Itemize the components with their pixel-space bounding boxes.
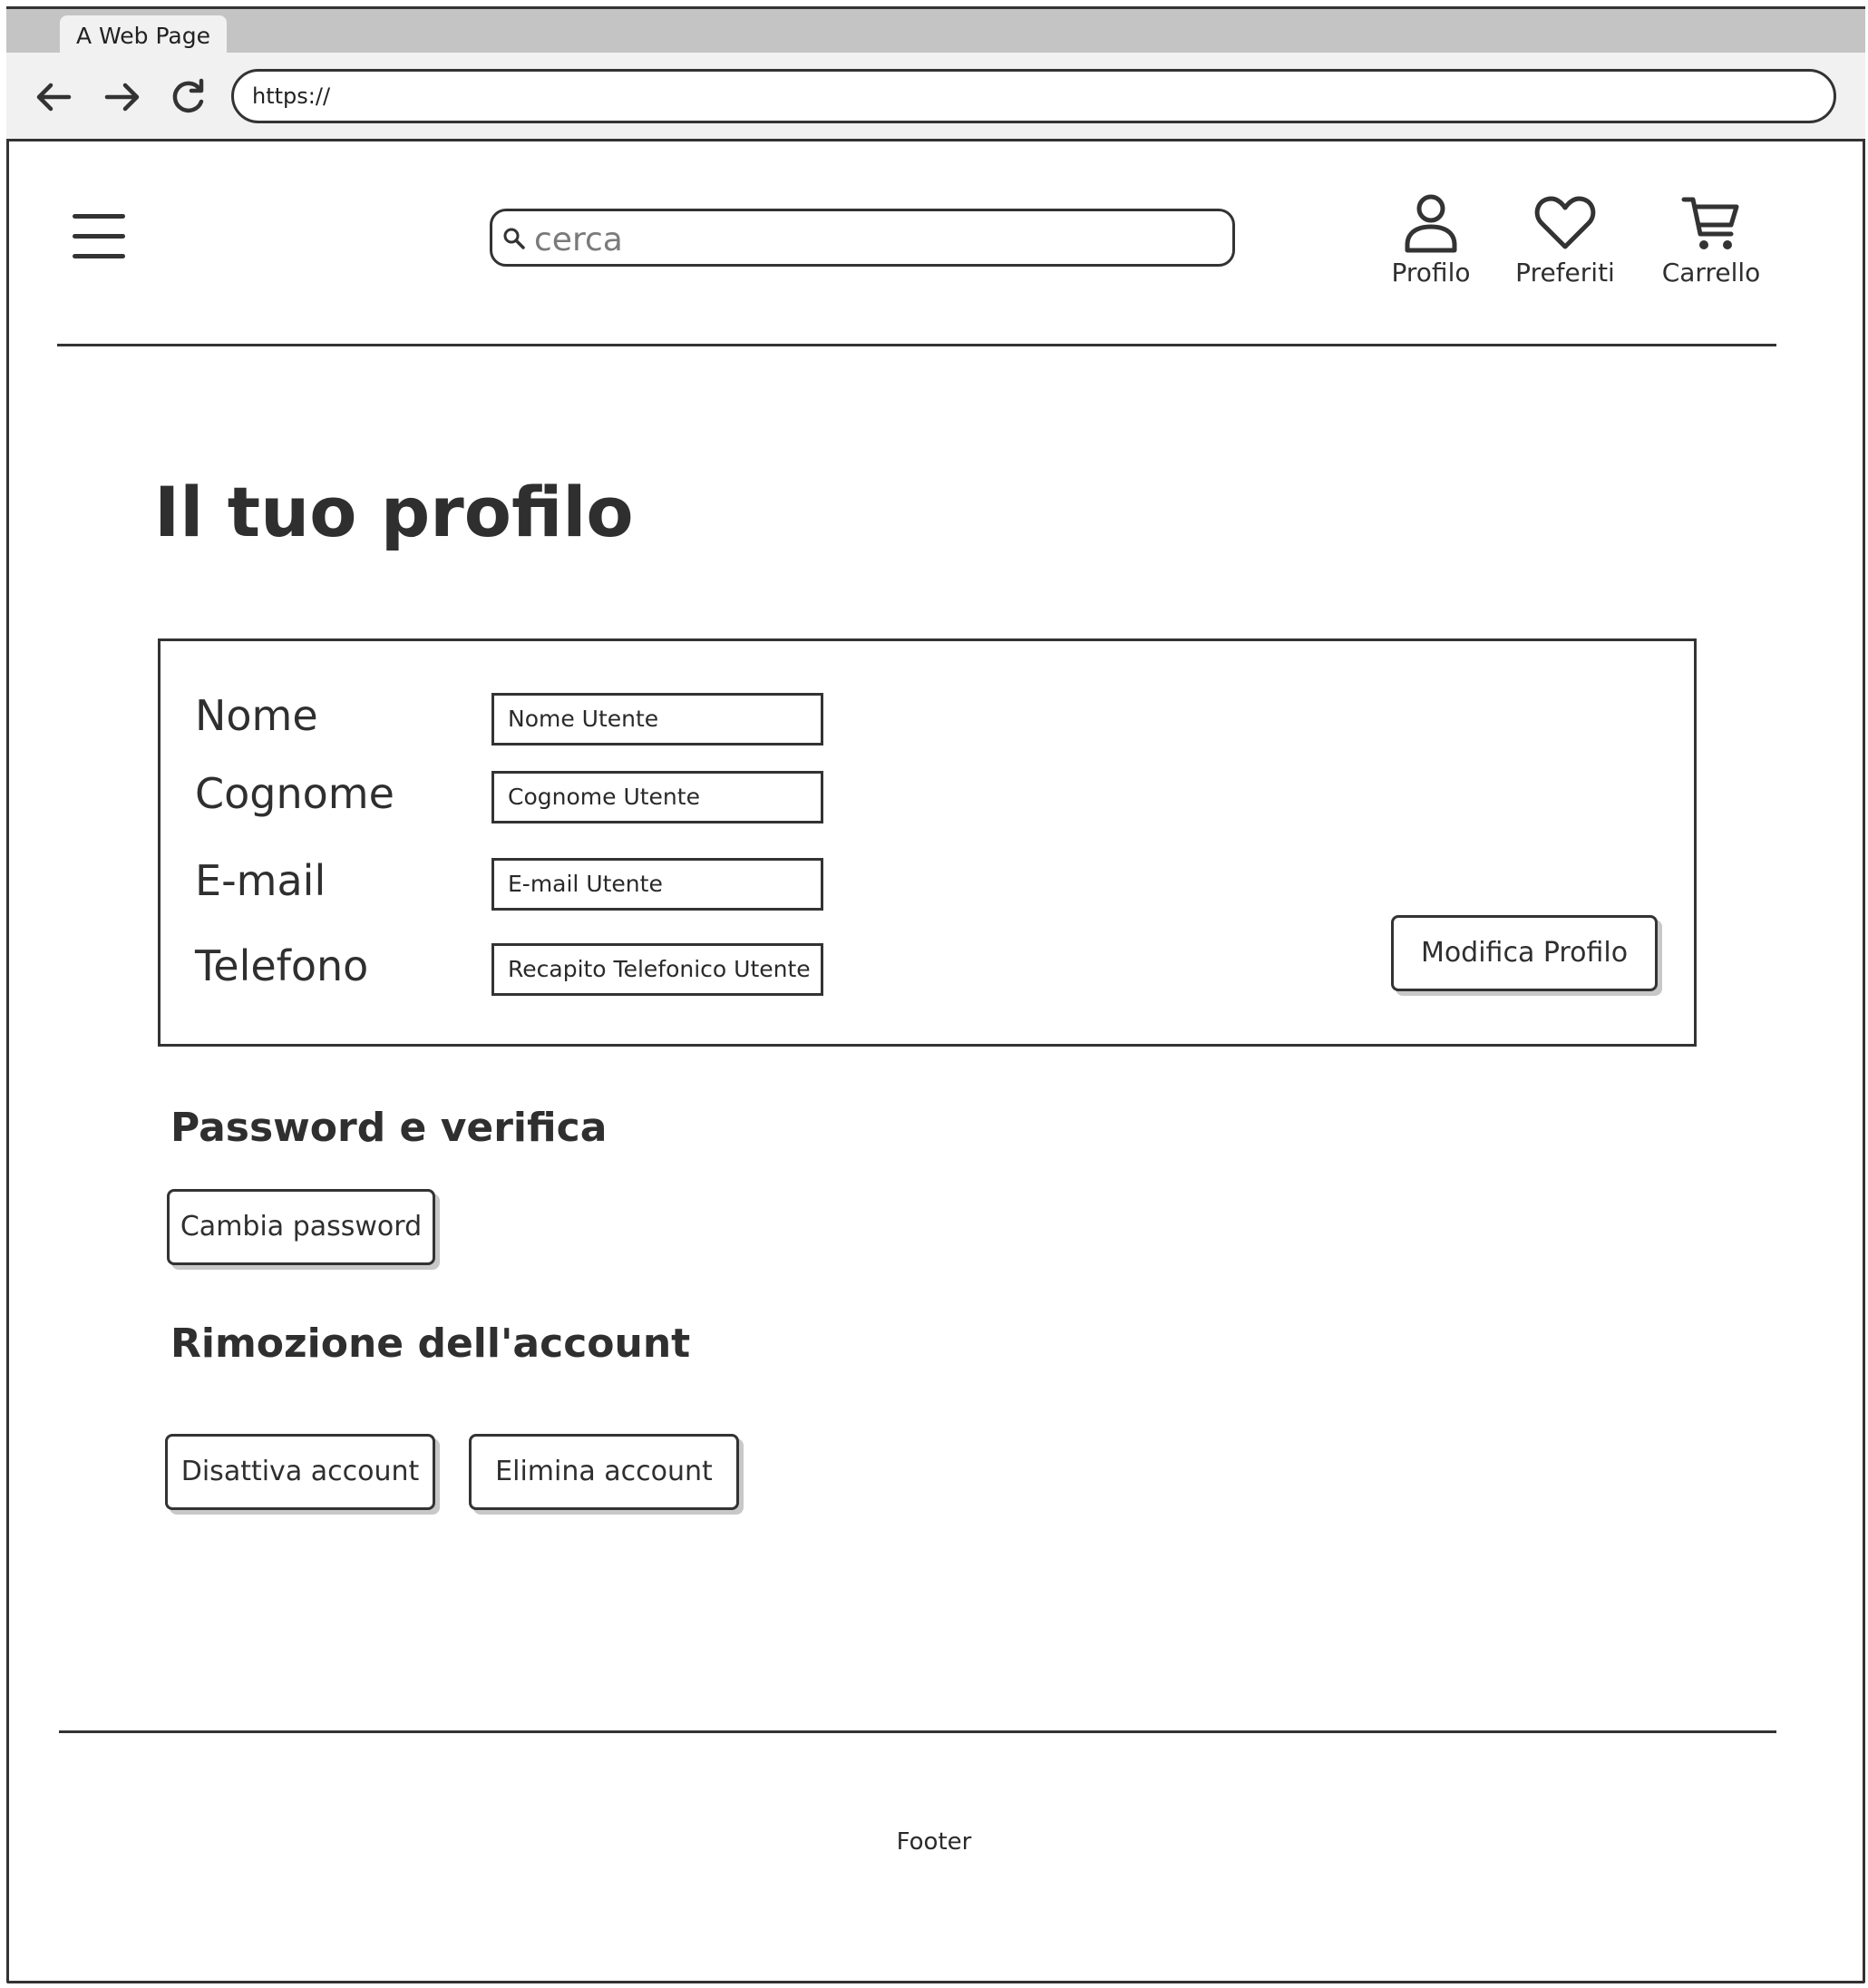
- reload-icon[interactable]: [167, 76, 209, 118]
- email-field[interactable]: E-mail Utente: [491, 858, 823, 911]
- address-bar[interactable]: https://: [231, 69, 1836, 123]
- phone-label: Telefono: [195, 941, 369, 990]
- page-title: Il tuo profilo: [154, 472, 634, 552]
- cart-icon: [1681, 197, 1739, 249]
- favorites-button[interactable]: Preferiti: [1510, 192, 1620, 292]
- heart-icon: [1534, 196, 1596, 249]
- arrow-left-icon[interactable]: [33, 76, 74, 118]
- header-divider: [57, 344, 1776, 346]
- browser-tab-strip: [6, 6, 1865, 53]
- browser-tab[interactable]: A Web Page: [60, 15, 227, 57]
- email-label: E-mail: [195, 856, 326, 905]
- favorites-label: Preferiti: [1515, 258, 1615, 287]
- footer-divider: [59, 1730, 1776, 1733]
- edit-profile-button[interactable]: Modifica Profilo: [1391, 915, 1658, 991]
- hamburger-menu-icon[interactable]: [73, 214, 125, 259]
- profile-label: Profilo: [1391, 258, 1471, 287]
- arrow-right-icon[interactable]: [102, 76, 143, 118]
- last-name-label: Cognome: [195, 769, 394, 818]
- last-name-field[interactable]: Cognome Utente: [491, 771, 823, 823]
- password-section-title: Password e verifica: [170, 1105, 608, 1151]
- search-icon: [501, 226, 527, 251]
- phone-field[interactable]: Recapito Telefonico Utente: [491, 943, 823, 996]
- change-password-button[interactable]: Cambia password: [167, 1189, 435, 1265]
- deactivate-account-button[interactable]: Disattiva account: [165, 1434, 435, 1510]
- user-icon: [1405, 194, 1457, 253]
- account-removal-section-title: Rimozione dell'account: [170, 1320, 691, 1367]
- first-name-field[interactable]: Nome Utente: [491, 693, 823, 746]
- cart-label: Carrello: [1661, 258, 1761, 287]
- cart-button[interactable]: Carrello: [1652, 192, 1770, 292]
- search-input[interactable]: [532, 217, 1225, 262]
- search-bar[interactable]: [490, 209, 1235, 267]
- footer-text: Footer: [896, 1828, 972, 1856]
- first-name-label: Nome: [195, 691, 318, 740]
- profile-button[interactable]: Profilo: [1378, 192, 1484, 292]
- delete-account-button[interactable]: Elimina account: [469, 1434, 739, 1510]
